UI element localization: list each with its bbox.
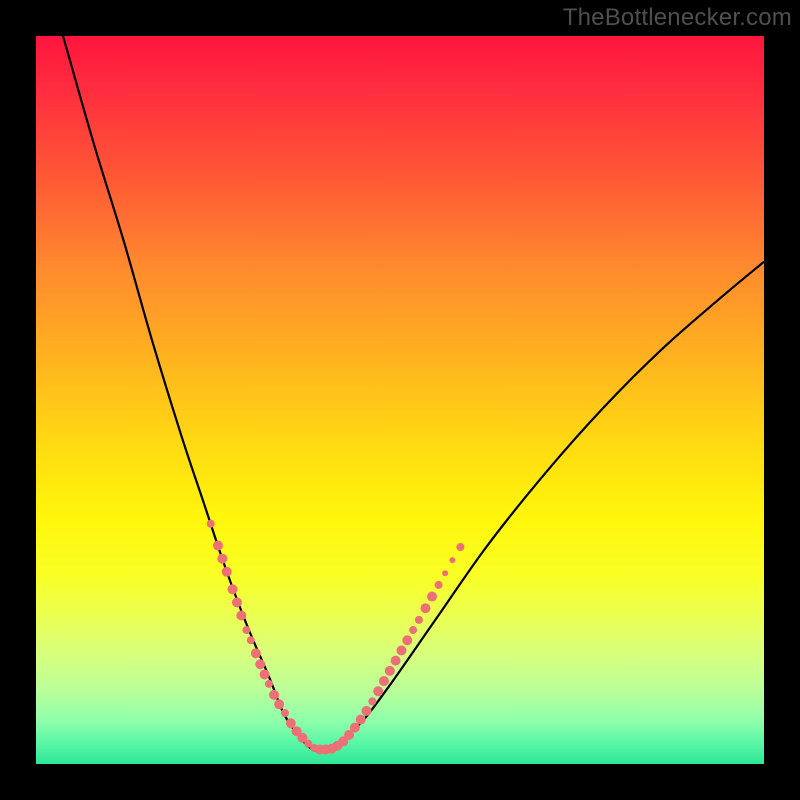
highlight-dot bbox=[435, 581, 443, 589]
highlight-dot bbox=[396, 645, 406, 655]
highlight-dot bbox=[236, 610, 246, 620]
watermark-text: TheBottlenecker.com bbox=[563, 4, 792, 32]
highlight-dot bbox=[368, 697, 376, 705]
highlight-dot bbox=[420, 603, 430, 613]
highlight-dot bbox=[415, 616, 423, 624]
highlight-dot bbox=[281, 709, 289, 717]
highlight-dot bbox=[269, 690, 279, 700]
highlight-dot bbox=[265, 680, 273, 688]
highlight-dot bbox=[391, 656, 401, 666]
highlight-dot bbox=[274, 699, 284, 709]
highlight-dot bbox=[442, 570, 448, 576]
highlight-dot bbox=[228, 584, 238, 594]
highlight-dot bbox=[260, 669, 270, 679]
highlight-dot bbox=[213, 541, 223, 551]
plot-area bbox=[36, 36, 764, 764]
highlight-dots bbox=[207, 520, 465, 755]
highlight-dot bbox=[222, 567, 232, 577]
highlight-dot bbox=[251, 648, 261, 658]
highlight-dot bbox=[217, 554, 227, 564]
highlight-dot bbox=[409, 626, 417, 634]
highlight-dot bbox=[247, 636, 255, 644]
highlight-dot bbox=[449, 557, 455, 563]
highlight-dot bbox=[356, 715, 366, 725]
highlight-dot bbox=[379, 676, 389, 686]
highlight-dot bbox=[207, 520, 215, 528]
bottleneck-curve bbox=[36, 36, 764, 752]
highlight-dot bbox=[385, 666, 395, 676]
highlight-dot bbox=[402, 635, 412, 645]
highlight-dot bbox=[286, 718, 296, 728]
highlight-dot bbox=[456, 543, 464, 551]
highlight-dot bbox=[427, 592, 437, 602]
chart-svg bbox=[36, 36, 764, 764]
highlight-dot bbox=[232, 597, 242, 607]
highlight-dot bbox=[242, 626, 250, 634]
chart-frame: TheBottlenecker.com bbox=[0, 0, 800, 800]
highlight-dot bbox=[362, 706, 372, 716]
highlight-dot bbox=[373, 686, 383, 696]
highlight-dot bbox=[350, 723, 360, 733]
highlight-dot bbox=[255, 659, 265, 669]
